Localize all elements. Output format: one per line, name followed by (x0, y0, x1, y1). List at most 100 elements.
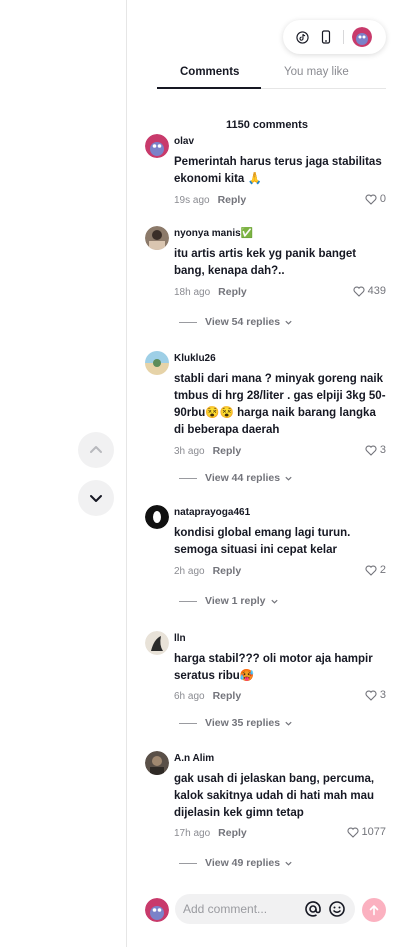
comment-meta: 19s ago Reply (174, 194, 246, 206)
like-button[interactable]: 0 (365, 193, 386, 205)
tab-comments[interactable]: Comments (180, 66, 239, 78)
heart-icon (346, 827, 359, 838)
comment-item: Kluklu26 stabli dari mana ? minyak goren… (145, 351, 390, 459)
like-count: 3 (379, 444, 386, 456)
next-video-button[interactable] (78, 480, 114, 516)
chevron-down-icon (285, 861, 292, 866)
view-replies-label: View 44 replies (205, 472, 281, 484)
arrow-up-icon (369, 905, 379, 916)
comment-item: nyonya manis✅ itu artis artis kek yg pan… (145, 226, 390, 298)
chevron-down-icon (90, 495, 102, 502)
chevron-down-icon (285, 721, 292, 726)
comment-username[interactable]: A.n Alim (174, 753, 214, 764)
comment-text: kondisi global emang lagi turun. semoga … (174, 527, 351, 556)
comment-tabs: Comments You may like (157, 60, 386, 89)
comment-username[interactable]: Kluklu26 (174, 353, 216, 364)
heart-icon (365, 194, 377, 205)
comment-item: olav Pemerintah harus terus jaga stabili… (145, 134, 390, 206)
comment-time: 18h ago (174, 287, 211, 298)
view-replies-button[interactable]: View 49 replies (179, 857, 293, 869)
profile-avatar[interactable] (352, 27, 372, 47)
avatar[interactable] (145, 751, 169, 775)
chevron-up-icon (90, 446, 102, 453)
view-replies-button[interactable]: View 1 reply (179, 595, 279, 607)
panel-divider (126, 0, 127, 947)
comment-meta: 2h ago Reply (174, 565, 241, 577)
view-replies-label: View 35 replies (205, 717, 281, 729)
replies-line (179, 600, 197, 602)
view-replies-label: View 1 reply (205, 595, 266, 607)
replies-line (179, 477, 197, 479)
comment-time: 17h ago (174, 828, 211, 839)
reply-button[interactable]: Reply (218, 194, 247, 206)
comment-item: A.n Alim gak usah di jelaskan bang, perc… (145, 751, 390, 841)
comment-meta: 6h ago Reply (174, 690, 241, 702)
tiktok-icon[interactable] (294, 29, 310, 45)
comment-meta: 17h ago Reply (174, 827, 247, 839)
heart-icon (365, 445, 377, 456)
comment-meta: 18h ago Reply (174, 286, 247, 298)
comment-meta: 3h ago Reply (174, 445, 241, 457)
active-tab-indicator (157, 87, 261, 89)
comment-time: 19s ago (174, 195, 210, 206)
like-count: 2 (379, 564, 386, 576)
reply-button[interactable]: Reply (218, 827, 247, 839)
previous-video-button[interactable] (78, 432, 114, 468)
comment-time: 2h ago (174, 566, 205, 577)
view-replies-button[interactable]: View 44 replies (179, 472, 293, 484)
avatar[interactable] (145, 351, 169, 375)
like-button[interactable]: 439 (353, 285, 386, 297)
comment-text: itu artis artis kek yg panik banget bang… (174, 248, 357, 277)
phone-icon[interactable] (318, 29, 334, 45)
comment-username[interactable]: nyonya manis✅ (174, 228, 253, 239)
view-replies-button[interactable]: View 54 replies (179, 316, 293, 328)
like-count: 3 (379, 689, 386, 701)
like-count: 0 (379, 193, 386, 205)
avatar[interactable] (145, 505, 169, 529)
emoji-icon[interactable] (328, 900, 346, 918)
comment-username[interactable]: olav (174, 136, 194, 147)
reply-button[interactable]: Reply (213, 565, 242, 577)
like-count: 439 (367, 285, 386, 297)
avatar[interactable] (145, 226, 169, 250)
comment-time: 3h ago (174, 446, 205, 457)
replies-line (179, 862, 197, 864)
heart-icon (365, 565, 377, 576)
comment-text: harga stabil??? oli motor aja hampir ser… (174, 653, 373, 682)
comment-count: 1150 comments (226, 119, 308, 131)
comment-input[interactable]: Add comment... (175, 894, 355, 924)
avatar[interactable] (145, 134, 169, 158)
comment-text: Pemerintah harus terus jaga stabilitas e… (174, 156, 382, 185)
top-controls (283, 20, 386, 54)
like-button[interactable]: 2 (365, 564, 386, 576)
reply-button[interactable]: Reply (213, 690, 242, 702)
chevron-down-icon (285, 320, 292, 325)
comment-input-placeholder: Add comment... (183, 902, 268, 916)
comment-username[interactable]: nataprayoga461 (174, 507, 250, 518)
heart-icon (353, 286, 365, 297)
like-button[interactable]: 1077 (346, 826, 386, 838)
like-button[interactable]: 3 (365, 689, 386, 701)
send-button[interactable] (362, 898, 386, 922)
avatar[interactable] (145, 631, 169, 655)
heart-icon (365, 690, 377, 701)
like-count: 1077 (361, 826, 386, 838)
reply-button[interactable]: Reply (213, 445, 242, 457)
like-button[interactable]: 3 (365, 444, 386, 456)
tab-you-may-like[interactable]: You may like (284, 66, 349, 78)
comment-text: stabli dari mana ? minyak goreng naik tm… (174, 373, 386, 436)
replies-line (179, 722, 197, 724)
view-replies-button[interactable]: View 35 replies (179, 717, 293, 729)
reply-button[interactable]: Reply (218, 286, 247, 298)
comment-composer: Add comment... (127, 890, 404, 930)
mention-icon[interactable] (304, 900, 322, 918)
view-replies-label: View 49 replies (205, 857, 281, 869)
view-replies-label: View 54 replies (205, 316, 281, 328)
comment-username[interactable]: lln (174, 633, 186, 644)
comment-text: gak usah di jelaskan bang, percuma, kalo… (174, 773, 375, 819)
comment-time: 6h ago (174, 691, 205, 702)
avatar (145, 898, 169, 922)
chevron-down-icon (285, 476, 292, 481)
pill-divider (343, 30, 344, 44)
comment-item: nataprayoga461 kondisi global emang lagi… (145, 505, 390, 577)
